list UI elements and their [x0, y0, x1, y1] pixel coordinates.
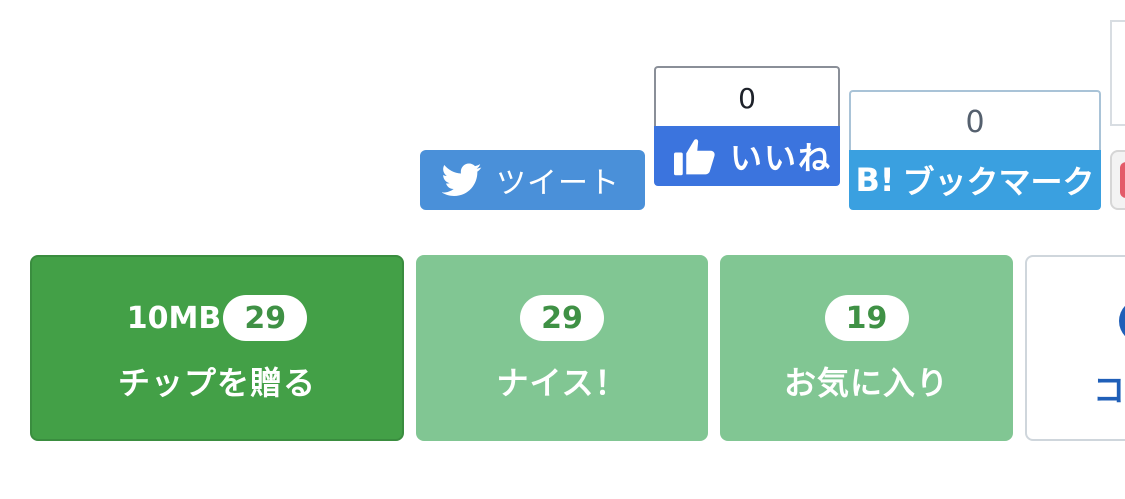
comment-count-badge — [1119, 299, 1125, 343]
nice-button[interactable]: 29 ナイス！ — [416, 255, 708, 441]
hatena-bookmark-button[interactable]: B! ブックマーク — [849, 150, 1101, 210]
nice-info-row: 29 — [520, 292, 604, 344]
like-button[interactable]: いいね — [654, 126, 840, 186]
hatena-logo-icon: B! — [855, 161, 895, 199]
tip-info-row: 10MB 29 — [126, 292, 308, 344]
favorite-label: お気に入り — [783, 364, 949, 402]
tip-size: 10MB — [126, 300, 222, 336]
thumbs-up-icon — [674, 139, 715, 176]
tweet-button[interactable]: ツイート — [420, 150, 645, 210]
tip-count-badge: 29 — [223, 295, 308, 341]
tip-label: チップを贈る — [117, 364, 316, 402]
nice-label: ナイス！ — [496, 364, 628, 402]
like-count: 0 — [738, 81, 756, 115]
like-count-bubble: 0 — [654, 66, 840, 128]
tweet-label: ツイート — [496, 166, 620, 201]
pocket-button-partial[interactable] — [1110, 150, 1125, 210]
favorite-info-row: 19 — [824, 292, 909, 344]
like-label: いいね — [730, 139, 833, 177]
comment-label: コ — [1093, 371, 1125, 409]
share-widget-partial[interactable] — [1110, 20, 1125, 126]
share-and-actions-area: ツイート 0 いいね 0 B! ブックマーク 10MB 29 チップを贈る 29 — [0, 0, 1125, 499]
bookmark-count: 0 — [965, 104, 985, 140]
pocket-icon — [1120, 162, 1125, 198]
bookmark-label: ブックマーク — [902, 163, 1095, 201]
favorite-count-badge: 19 — [824, 295, 909, 341]
comment-button[interactable]: コ — [1025, 255, 1125, 441]
twitter-bird-icon — [442, 163, 482, 196]
bookmark-count-bubble: 0 — [849, 90, 1101, 152]
nice-count-badge: 29 — [520, 295, 604, 341]
tip-button[interactable]: 10MB 29 チップを贈る — [30, 255, 404, 441]
favorite-button[interactable]: 19 お気に入り — [720, 255, 1013, 441]
